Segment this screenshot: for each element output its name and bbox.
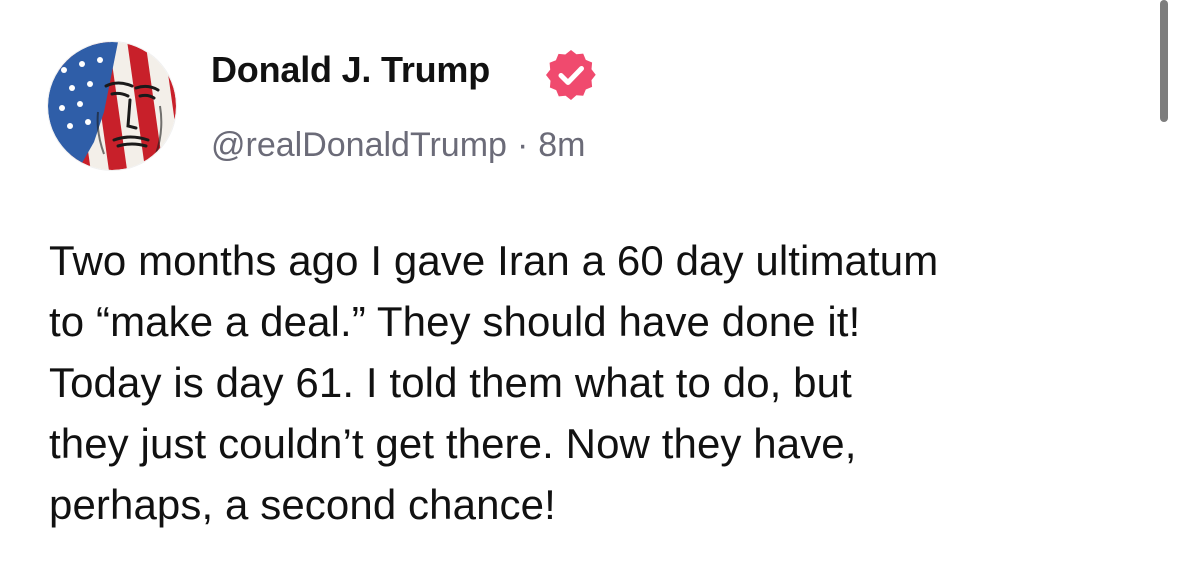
- author-handle[interactable]: @realDonaldTrump: [211, 126, 507, 164]
- avatar-image: [48, 42, 176, 170]
- post-text-line: to “make a deal.” They should have done …: [49, 298, 861, 345]
- post-card: Donald J. Trump @realDonaldTrump · 8m Two …: [0, 0, 1179, 561]
- post-text-line: Two months ago I gave Iran a 60 day ulti…: [49, 237, 939, 284]
- post-timestamp[interactable]: 8m: [538, 126, 585, 164]
- post-text-line: perhaps, a second chance!: [49, 481, 556, 528]
- post-text-line: Today is day 61. I told them what to do,…: [49, 359, 852, 406]
- post-body: Two months ago I gave Iran a 60 day ulti…: [49, 230, 1149, 535]
- verified-badge-icon: [544, 48, 598, 102]
- meta-separator: ·: [516, 126, 529, 164]
- scrollbar-thumb[interactable]: [1160, 0, 1168, 122]
- post-meta: @realDonaldTrump · 8m: [211, 122, 586, 168]
- author-display-name[interactable]: Donald J. Trump: [211, 46, 490, 94]
- author-avatar[interactable]: [48, 42, 176, 170]
- post-text-line: they just couldn’t get there. Now they h…: [49, 420, 857, 467]
